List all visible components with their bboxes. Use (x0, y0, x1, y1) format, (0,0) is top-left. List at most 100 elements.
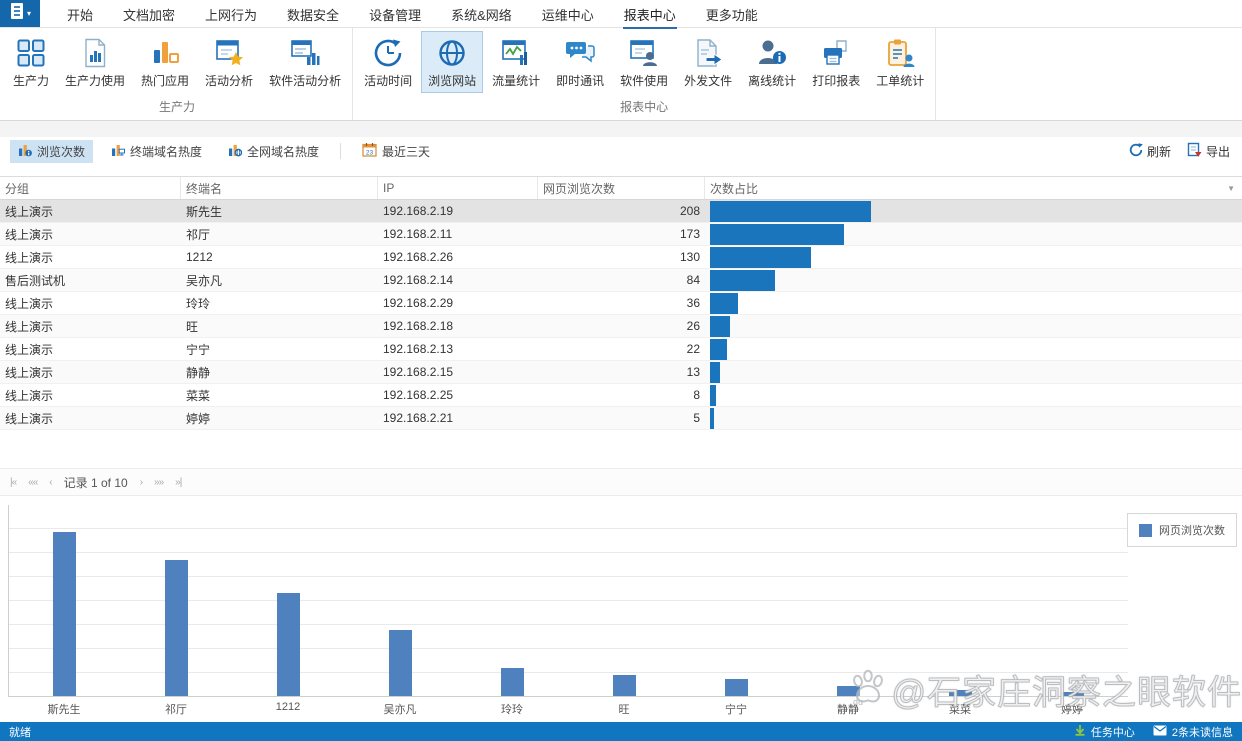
fast-prev-icon[interactable]: «« (28, 477, 37, 488)
ribbon-item-clipboard-user[interactable]: 工单统计 (869, 31, 931, 93)
subtab-bars-net[interactable]: 全网域名热度 (220, 140, 327, 163)
ribbon-item-label: 工单统计 (876, 72, 924, 89)
export-icon (1187, 142, 1202, 160)
menu-tab-6[interactable]: 系统&网络 (436, 0, 527, 27)
column-header-3[interactable]: IP (378, 177, 538, 199)
chart-bars (9, 505, 1128, 696)
menu-tab-3[interactable]: 上网行为 (190, 0, 272, 27)
table-row[interactable]: 线上演示玲玲192.168.2.2936 (0, 292, 1242, 315)
chat-icon (564, 37, 596, 69)
ribbon-item-globe[interactable]: 浏览网站 (421, 31, 483, 93)
status-ready-label: 就绪 (9, 724, 31, 740)
ribbon-item-label: 外发文件 (684, 72, 732, 89)
table-row[interactable]: 线上演示静静192.168.2.1513 (0, 361, 1242, 384)
ribbon-item-label: 活动分析 (205, 72, 253, 89)
ribbon-item-user-info[interactable]: 离线统计 (741, 31, 803, 93)
column-header-2[interactable]: 终端名 (181, 177, 378, 199)
ribbon-item-grid[interactable]: 生产力 (6, 31, 56, 93)
subtab-bars-info[interactable]: 浏览次数 (10, 140, 93, 163)
ribbon-item-doc-arrow[interactable]: 外发文件 (677, 31, 739, 93)
menu-tab-2[interactable]: 文档加密 (108, 0, 190, 27)
chart-x-label: 斯先生 (8, 701, 120, 717)
refresh-button[interactable]: 刷新 (1129, 143, 1171, 160)
ribbon-item-window-user[interactable]: 软件使用 (613, 31, 675, 93)
ribbon-item-window-bars[interactable]: <22 x="0"/> 软件活动分析 (262, 31, 348, 93)
chart-x-label: 婷婷 (1016, 701, 1128, 717)
ribbon-item-hot-apps[interactable]: 热门应用 (134, 31, 196, 93)
menu-tab-5[interactable]: 设备管理 (354, 0, 436, 27)
ribbon-item-chat[interactable]: 即时通讯 (549, 31, 611, 93)
table-row[interactable]: 线上演示斯先生192.168.2.19208 (0, 200, 1242, 223)
cell-ip: 192.168.2.21 (378, 407, 538, 429)
table-row[interactable]: 线上演示菜菜192.168.2.258 (0, 384, 1242, 407)
cell-count: 36 (538, 292, 705, 314)
first-page-icon[interactable]: |« (10, 477, 16, 488)
column-header-5[interactable]: 次数占比 ▼ (705, 177, 1242, 199)
menu-tab-8[interactable]: 报表中心 (609, 0, 691, 27)
ribbon-item-printer[interactable]: 打印报表 (805, 31, 867, 93)
last-page-icon[interactable]: »| (175, 477, 181, 488)
menu-tab-4[interactable]: 数据安全 (272, 0, 354, 27)
export-button[interactable]: 导出 (1187, 142, 1230, 160)
ribbon-item-doc-star[interactable]: 活动分析 (198, 31, 260, 93)
ribbon-group: 生产力生产力使用热门应用活动分析<22 x="0"/>软件活动分析生产力 (2, 28, 353, 120)
chart-bar-slot (1016, 692, 1128, 696)
cell-terminal-name: 宁宁 (181, 338, 378, 360)
table-row[interactable]: 线上演示婷婷192.168.2.215 (0, 407, 1242, 430)
chart-bar (53, 532, 76, 696)
ribbon-item-label: 离线统计 (748, 72, 796, 89)
menu-tab-1[interactable]: 开始 (52, 0, 108, 27)
chart-bar-slot (792, 686, 904, 696)
table-row[interactable]: 线上演示旺192.168.2.1826 (0, 315, 1242, 338)
bars-net-icon (228, 143, 242, 160)
next-page-icon[interactable]: › (140, 477, 142, 488)
doc-bars-icon (79, 37, 111, 69)
menu-tab-label: 运维中心 (541, 0, 595, 29)
cell-terminal-name: 菜菜 (181, 384, 378, 406)
ribbon-item-doc-bars[interactable]: 生产力使用 (58, 31, 132, 93)
window-user-icon (628, 37, 660, 69)
cell-count: 130 (538, 246, 705, 268)
ribbon-item-clock[interactable]: 活动时间 (357, 31, 419, 93)
table-row[interactable]: 线上演示祁厅192.168.2.11173 (0, 223, 1242, 246)
table-row[interactable]: 售后测试机吴亦凡192.168.2.1484 (0, 269, 1242, 292)
chart-bar-slot (569, 675, 681, 696)
column-header-4[interactable]: 网页浏览次数 (538, 177, 705, 199)
chart-bar (165, 560, 188, 696)
ribbon-item-traffic-chart[interactable]: 流量统计 (485, 31, 547, 93)
window-bars-icon: <22 x="0"/> (289, 37, 321, 69)
cell-ip: 192.168.2.13 (378, 338, 538, 360)
ribbon-item-label: 生产力 (13, 72, 49, 89)
cell-ratio (705, 200, 1242, 222)
chart-bar-slot (904, 690, 1016, 696)
app-list-icon (9, 2, 25, 25)
menu-tab-7[interactable]: 运维中心 (527, 0, 609, 27)
calendar-icon: 23 (362, 142, 377, 160)
chart-x-label: 菜菜 (904, 701, 1016, 717)
ratio-bar (710, 247, 811, 268)
legend-swatch (1139, 524, 1152, 537)
cell-ratio (705, 246, 1242, 268)
chart-legend: 网页浏览次数 (1127, 513, 1237, 547)
fast-next-icon[interactable]: »» (154, 477, 163, 488)
prev-page-icon[interactable]: ‹ (49, 477, 51, 488)
column-header-label: 次数占比 (710, 180, 758, 197)
subtab-calendar[interactable]: 23最近三天 (354, 139, 438, 163)
app-menu-button[interactable]: ▾ (0, 0, 40, 27)
chart-bar (501, 668, 524, 696)
subtab-bars-terminal[interactable]: 终端域名热度 (103, 140, 210, 163)
table-row[interactable]: 线上演示宁宁192.168.2.1322 (0, 338, 1242, 361)
table-row[interactable]: 线上演示1212192.168.2.26130 (0, 246, 1242, 269)
unread-messages-button[interactable]: 2条未读信息 (1153, 724, 1233, 740)
cell-terminal-name: 静静 (181, 361, 378, 383)
clock-icon (372, 37, 404, 69)
ribbon-item-label: 软件活动分析 (269, 72, 341, 89)
filter-icon[interactable]: ▼ (1227, 184, 1235, 193)
globe-icon (436, 37, 468, 69)
chart-x-label: 祁厅 (120, 701, 232, 717)
cell-count: 13 (538, 361, 705, 383)
task-center-button[interactable]: 任务中心 (1074, 724, 1135, 740)
menu-tab-9[interactable]: 更多功能 (691, 0, 773, 27)
subtab-label: 浏览次数 (37, 143, 85, 160)
column-header-1[interactable]: 分组 (0, 177, 181, 199)
